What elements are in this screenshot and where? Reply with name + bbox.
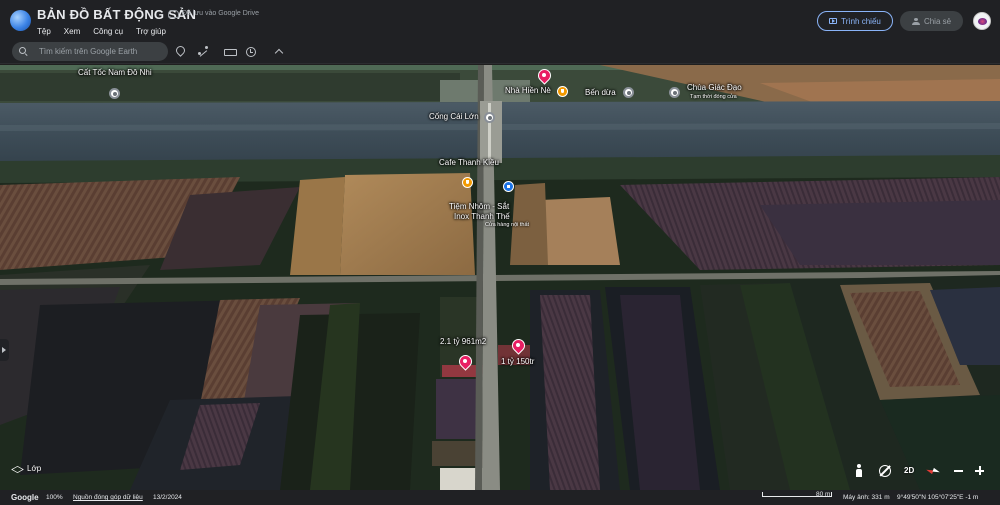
placemark-pin-icon[interactable] [538, 69, 549, 84]
menu-tools[interactable]: Công cụ [93, 27, 123, 36]
ruler-icon[interactable] [224, 46, 237, 57]
menu-bar: Tệp Xem Công cụ Trợ giúp [37, 27, 179, 36]
menu-help[interactable]: Trợ giúp [136, 27, 166, 36]
landmark-poi-icon[interactable] [623, 87, 634, 98]
slideshow-icon [829, 18, 838, 24]
menu-view[interactable]: Xem [64, 27, 80, 36]
lot-label-2-1-ty[interactable]: 2.1 tỷ 961m2 [440, 337, 486, 346]
elevation-value: -1 m [965, 494, 979, 501]
toggle-2d-button[interactable]: 2D [904, 466, 914, 475]
poi-label-nha-hien-ne[interactable]: Nhà Hiền Nè [505, 86, 551, 95]
person-add-icon [911, 17, 920, 25]
zoom-out-icon[interactable] [954, 470, 963, 472]
chevron-up-icon[interactable] [274, 46, 285, 57]
poi-status-chua-giac-dao: Tạm thời đóng cửa [690, 94, 737, 100]
share-button-label: Chia sẻ [923, 16, 952, 26]
add-placemark-icon[interactable] [174, 46, 185, 57]
placemark-pin-icon[interactable] [512, 339, 523, 354]
draw-path-icon[interactable] [198, 46, 209, 57]
poi-category-tiem-nhom: Cửa hàng nội thất [485, 222, 530, 228]
google-logo: Google [11, 493, 39, 502]
menu-file[interactable]: Tệp [37, 27, 51, 36]
zoom-level: 100% [46, 494, 63, 501]
search-icon [19, 47, 26, 54]
camera-altitude: Máy ảnh: 331 m [843, 494, 890, 501]
placemark-pin-icon[interactable] [459, 355, 470, 370]
satellite-imagery [0, 65, 1000, 490]
app-header: BẢN ĐỒ BẤT ĐỘNG SẢN Đã lưu vào Google Dr… [0, 0, 1000, 40]
google-earth-logo-icon[interactable] [10, 10, 31, 31]
share-button[interactable]: Chia sẻ [900, 11, 963, 31]
data-attribution-link[interactable]: Nguồn đóng góp dữ liệu [73, 494, 143, 501]
compass-icon[interactable] [926, 464, 940, 478]
poi-label-chua-giac-dao[interactable]: Chùa Giác Đạo [687, 83, 742, 92]
poi-label-ben-dua[interactable]: Bến dừa [585, 88, 616, 97]
my-location-off-icon[interactable] [879, 465, 891, 477]
cafe-poi-icon[interactable] [462, 177, 473, 188]
poi-label-cong-cai-lon[interactable]: Cống Cái Lớn [429, 112, 479, 121]
temple-poi-icon[interactable] [669, 87, 680, 98]
cursor-coordinates: 9°49'50"N 105°07'25"E -1 m [897, 494, 978, 501]
poi-label-tiem-nhom-line1[interactable]: Tiệm Nhôm - Sắt [449, 202, 509, 211]
status-bar: Google 100% Nguồn đóng góp dữ liệu 13/2/… [0, 490, 1000, 505]
poi-label-cafe-thanh-kieu[interactable]: Cafe Thanh Kiều [439, 158, 499, 167]
imagery-date: 13/2/2024 [153, 494, 182, 501]
food-poi-icon[interactable] [557, 86, 568, 97]
layers-button[interactable]: Lớp [12, 464, 41, 473]
cloud-saved-icon [168, 10, 179, 18]
present-button-label: Trình chiếu [841, 16, 881, 26]
landmark-poi-icon[interactable] [109, 88, 120, 99]
drive-save-status: Đã lưu vào Google Drive [182, 10, 260, 17]
layers-icon [12, 465, 22, 473]
satellite-map-view[interactable]: Cất Tốc Nam Đô Nhi Nhà Hiền Nè Bến dừa C… [0, 65, 1000, 490]
poi-label-tiem-nhom-line2[interactable]: Inox Thanh Thế [454, 212, 510, 221]
side-panel-toggle[interactable] [0, 339, 9, 361]
search-box[interactable] [12, 42, 168, 61]
lot-label-1-ty[interactable]: 1 tỷ 150tr [501, 357, 534, 366]
google-earth-app: BẢN ĐỒ BẤT ĐỘNG SẢN Đã lưu vào Google Dr… [0, 0, 1000, 505]
landmark-poi-icon[interactable] [484, 112, 495, 123]
toolbar [0, 40, 1000, 64]
present-button[interactable]: Trình chiếu [817, 11, 893, 31]
account-avatar[interactable] [973, 12, 991, 30]
history-icon[interactable] [245, 46, 256, 57]
scale-label: 80 m [816, 491, 831, 498]
zoom-in-icon[interactable] [975, 466, 984, 475]
shop-poi-icon[interactable] [503, 181, 514, 192]
poi-label-cao-toc[interactable]: Cất Tốc Nam Đô Nhi [78, 68, 152, 77]
search-input[interactable] [39, 45, 164, 58]
street-view-pegman-icon[interactable] [855, 464, 863, 478]
coordinates-value: 9°49'50"N 105°07'25"E [897, 494, 964, 501]
layers-label: Lớp [27, 464, 42, 473]
